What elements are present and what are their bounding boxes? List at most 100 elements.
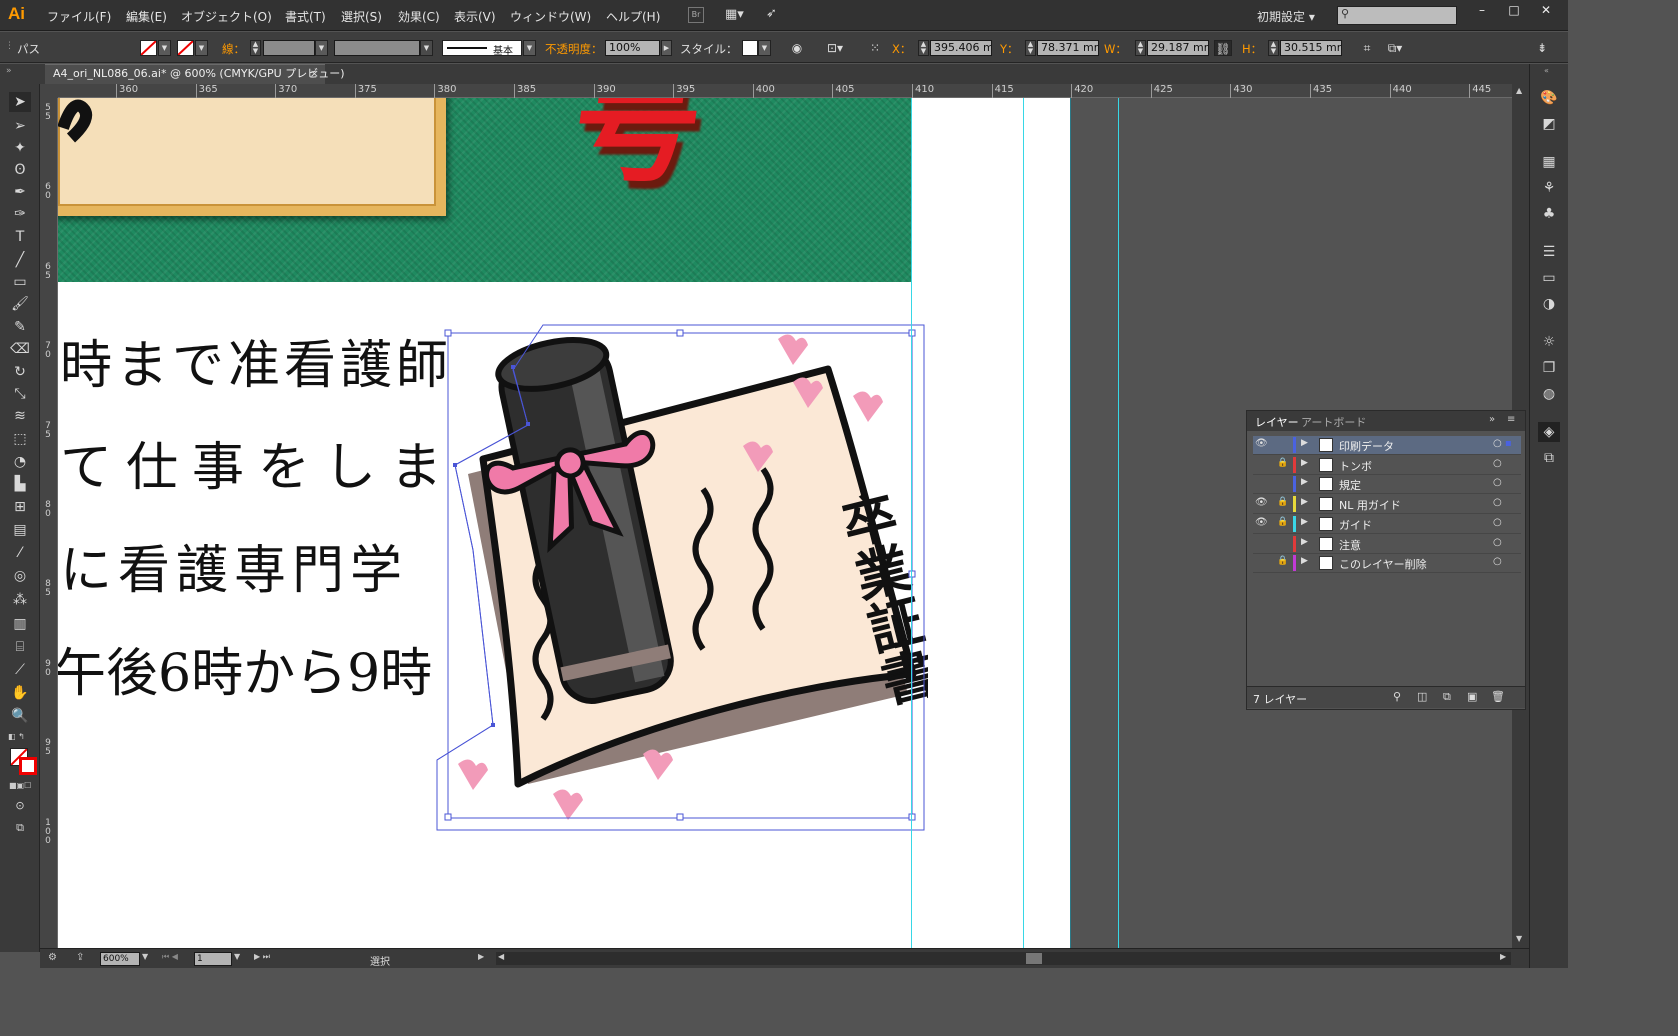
layer-row[interactable]: 👁 🔒 ▶ ガイド ○ bbox=[1253, 515, 1521, 534]
mesh-tool-icon[interactable]: ⊞ bbox=[9, 497, 31, 517]
scale-tool-icon[interactable]: ⤡ bbox=[9, 384, 31, 404]
y-field[interactable]: 78.371 mr bbox=[1037, 40, 1099, 56]
expand-triangle-icon[interactable]: ▶ bbox=[1301, 458, 1308, 468]
fill-dropdown[interactable]: ▼ bbox=[158, 40, 171, 56]
status-options-icon[interactable]: ⚙ bbox=[48, 952, 57, 963]
status-menu-icon[interactable]: ▶ bbox=[478, 952, 484, 961]
brush-definition[interactable]: 基本 bbox=[442, 40, 522, 57]
w-field[interactable]: 29.187 mr bbox=[1147, 40, 1209, 56]
layer-row[interactable]: 👁 🔒 ▶ NL 用ガイド ○ bbox=[1253, 495, 1521, 515]
pathfinder-icon[interactable]: ◍ bbox=[1538, 384, 1560, 404]
lock-icon[interactable]: 🔒 bbox=[1277, 458, 1291, 468]
shape-builder-tool-icon[interactable]: ◔ bbox=[9, 452, 31, 472]
h-stepper[interactable]: ▲ ▼ bbox=[1268, 40, 1279, 56]
vertical-ruler[interactable]: 556065707580859095100 bbox=[40, 98, 58, 948]
isolate-icon[interactable]: ⧉▾ bbox=[1386, 40, 1404, 56]
lasso-tool-icon[interactable]: ʘ bbox=[9, 160, 31, 180]
layer-name[interactable]: NL 用ガイド bbox=[1339, 497, 1401, 513]
gradient-panel-icon[interactable]: ▭ bbox=[1538, 268, 1560, 288]
artboard-number-field[interactable]: 1 bbox=[194, 952, 232, 966]
search-input[interactable]: ⚲ bbox=[1337, 6, 1457, 25]
selection-bounding-box[interactable] bbox=[433, 320, 933, 832]
export-icon[interactable]: ⇪ bbox=[76, 952, 84, 963]
layer-row[interactable]: ▶ 規定 ○ bbox=[1253, 475, 1521, 495]
stroke-weight-dropdown[interactable]: ▼ bbox=[315, 40, 328, 56]
tab-close-icon[interactable]: × bbox=[310, 65, 319, 83]
hand-tool-icon[interactable]: ✋ bbox=[9, 683, 31, 703]
lock-icon[interactable]: 🔒 bbox=[1277, 556, 1291, 566]
scroll-left-icon[interactable]: ◀ bbox=[498, 952, 504, 961]
horizontal-scrollbar[interactable]: ◀ ▶ bbox=[496, 952, 1511, 965]
line-tool-icon[interactable]: ╱ bbox=[9, 250, 31, 270]
new-layer-icon[interactable]: ▣ bbox=[1467, 690, 1477, 703]
tab-layers[interactable]: レイヤー bbox=[1255, 414, 1299, 430]
menu-object[interactable]: オブジェクト(O) bbox=[181, 8, 272, 25]
expand-triangle-icon[interactable]: ▶ bbox=[1301, 497, 1308, 507]
eraser-tool-icon[interactable]: ⌫ bbox=[9, 339, 31, 359]
layer-name[interactable]: 印刷データ bbox=[1339, 438, 1394, 454]
symbol-sprayer-tool-icon[interactable]: ⁂ bbox=[9, 590, 31, 610]
color-guide-icon[interactable]: ◩ bbox=[1538, 114, 1560, 134]
type-tool-icon[interactable]: T bbox=[9, 227, 31, 247]
style-dropdown[interactable]: ▼ bbox=[758, 40, 771, 56]
arrange-documents-icon[interactable]: ▦▾ bbox=[725, 7, 744, 22]
guide-line[interactable] bbox=[911, 98, 912, 948]
layers-icon[interactable]: ◈ bbox=[1538, 422, 1560, 442]
w-stepper[interactable]: ▲ ▼ bbox=[1135, 40, 1146, 56]
layer-row[interactable]: 🔒 ▶ トンボ ○ bbox=[1253, 456, 1521, 475]
layer-row[interactable]: 👁 ▶ 印刷データ ○ ▪ bbox=[1253, 436, 1521, 455]
symbols-icon[interactable]: ♣ bbox=[1538, 204, 1560, 224]
layer-name[interactable]: トンボ bbox=[1339, 458, 1372, 474]
rectangle-tool-icon[interactable]: ▭ bbox=[9, 272, 31, 292]
menu-edit[interactable]: 編集(E) bbox=[126, 8, 167, 25]
color-panel-icon[interactable]: 🎨 bbox=[1538, 88, 1560, 108]
draw-mode-icon[interactable]: ⊙ bbox=[9, 796, 31, 816]
zoom-field[interactable]: 600% bbox=[100, 952, 140, 966]
bridge-icon[interactable]: Br bbox=[688, 7, 704, 23]
new-sublayer-icon[interactable]: ⧉ bbox=[1443, 690, 1451, 704]
locate-object-icon[interactable]: ⚲ bbox=[1393, 690, 1401, 703]
opacity-label[interactable]: 不透明度： bbox=[545, 41, 603, 57]
menu-effect[interactable]: 効果(C) bbox=[398, 8, 440, 25]
next-artboard-icon[interactable]: ▶ ⏭ bbox=[254, 952, 270, 962]
color-mode-icon[interactable]: ■▣☐ bbox=[9, 781, 35, 791]
menu-type[interactable]: 書式(T) bbox=[285, 8, 326, 25]
expand-triangle-icon[interactable]: ▶ bbox=[1301, 537, 1308, 547]
expand-triangle-icon[interactable]: ▶ bbox=[1301, 517, 1308, 527]
gpu-performance-icon[interactable]: ➶ bbox=[766, 6, 777, 21]
artboard[interactable]: 号 時まで准看護師 て仕事をしま に看護専門学 午後6時から9時 卒業証書 bbox=[58, 98, 1071, 948]
expand-panels-icon[interactable]: « bbox=[1544, 66, 1549, 75]
direct-selection-tool-icon[interactable]: ➢ bbox=[9, 116, 31, 136]
menu-file[interactable]: ファイル(F) bbox=[47, 8, 111, 25]
artboard-dropdown-icon[interactable]: ▼ bbox=[234, 952, 240, 961]
first-artboard-icon[interactable]: ⏮ ◀ bbox=[162, 952, 178, 962]
lock-icon[interactable]: 🔒 bbox=[1277, 497, 1291, 507]
document-tab[interactable]: A4_ori_NL086_06.ai* @ 600% (CMYK/GPU プレビ… bbox=[45, 64, 345, 84]
rotate-tool-icon[interactable]: ↻ bbox=[9, 362, 31, 382]
delete-layer-icon[interactable]: 🗑 bbox=[1491, 690, 1505, 703]
guide-line[interactable] bbox=[1070, 98, 1071, 948]
constrain-proportions-icon[interactable]: ⛓ bbox=[1214, 40, 1232, 56]
close-button[interactable]: ✕ bbox=[1530, 1, 1562, 21]
paintbrush-tool-icon[interactable]: 🖌 bbox=[9, 294, 31, 314]
blend-tool-icon[interactable]: ◎ bbox=[9, 566, 31, 586]
expand-triangle-icon[interactable]: ▶ bbox=[1301, 556, 1308, 566]
collapse-toolbar-icon[interactable]: » bbox=[6, 66, 12, 76]
brushes-icon[interactable]: ⚘ bbox=[1538, 178, 1560, 198]
visibility-eye-icon[interactable]: 👁 bbox=[1255, 497, 1269, 508]
scroll-up-icon[interactable]: ▲ bbox=[1516, 86, 1522, 95]
graphic-styles-icon[interactable]: ❐ bbox=[1538, 358, 1560, 378]
panel-menu-icon[interactable]: ≡ bbox=[1507, 414, 1515, 425]
perspective-grid-tool-icon[interactable]: ▙ bbox=[9, 474, 31, 494]
stroke-weight-field[interactable] bbox=[263, 40, 315, 56]
layer-name[interactable]: 規定 bbox=[1339, 477, 1361, 493]
swap-fill-stroke-icon[interactable]: ◧ ↰ bbox=[8, 732, 34, 742]
control-panel-menu-icon[interactable]: ⇟ bbox=[1533, 40, 1551, 56]
x-field[interactable]: 395.406 mr bbox=[930, 40, 992, 56]
ruler-origin[interactable] bbox=[40, 84, 58, 98]
guide-line[interactable] bbox=[1023, 98, 1024, 948]
stroke-weight-stepper[interactable]: ▲ ▼ bbox=[250, 40, 261, 56]
menu-window[interactable]: ウィンドウ(W) bbox=[510, 8, 591, 25]
swatches-icon[interactable]: ▦ bbox=[1538, 152, 1560, 172]
collapse-panel-icon[interactable]: » bbox=[1489, 414, 1495, 425]
